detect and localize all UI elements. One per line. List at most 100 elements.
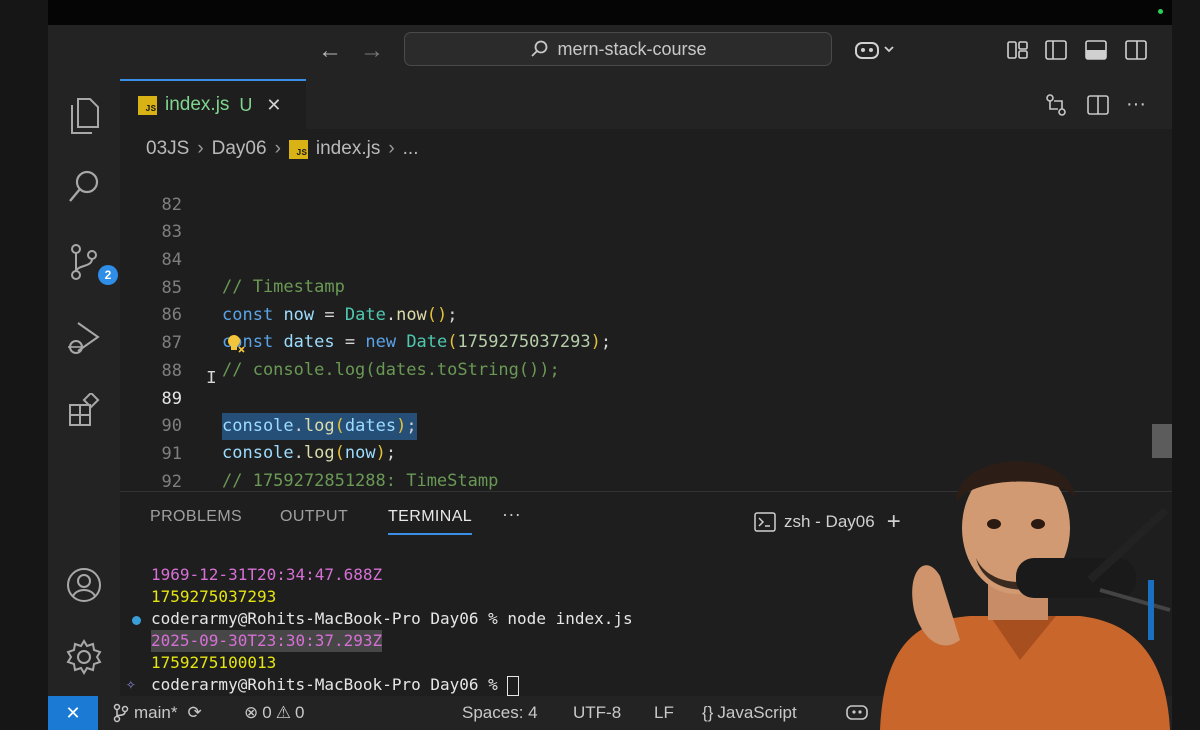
title-bar: ← → mern-stack-course (48, 25, 1172, 79)
sparkle-icon: ✧ (126, 674, 136, 693)
breadcrumb-item[interactable]: Day06 (212, 138, 267, 160)
tab-output[interactable]: OUTPUT (280, 508, 348, 526)
branch-name: main* (134, 703, 178, 722)
tab-problems[interactable]: PROBLEMS (150, 508, 242, 526)
code-line: 87 // console.log(dates.toString()); (120, 303, 1172, 380)
breadcrumb: 03JS › Day06 › JS index.js › ... (120, 129, 1172, 169)
sync-icon[interactable]: ⟳ (187, 703, 201, 723)
encoding-button[interactable]: UTF-8 (573, 703, 621, 723)
terminal-line: 2025-09-30T23:30:37.293Z (151, 630, 383, 652)
copilot-button[interactable] (854, 39, 898, 66)
language-name: JavaScript (717, 703, 797, 722)
code-line: 84 // Timestamp (120, 220, 1172, 297)
toggle-primary-sidebar-button[interactable] (1044, 39, 1068, 66)
source-control-icon (71, 244, 97, 280)
toggle-panel-button[interactable] (1084, 39, 1108, 66)
code-line: 90 console.log(now); (120, 386, 1172, 463)
more-actions-button[interactable]: ··· (1126, 93, 1146, 116)
error-icon: ⊗ (244, 703, 259, 722)
terminal-prompt: coderarmy@Rohits-MacBook-Pro Day06 % (151, 674, 520, 696)
tab-terminal[interactable]: TERMINAL (388, 508, 473, 535)
layout-grid-icon (1007, 41, 1028, 59)
top-bar-black (48, 0, 1172, 25)
git-branch-icon (113, 703, 129, 723)
code-line: 88 (120, 331, 1172, 381)
camera-indicator (1158, 9, 1163, 14)
error-count: 0 (262, 703, 272, 722)
language-mode-button[interactable]: {} JavaScript (702, 703, 797, 723)
chevron-right-icon: › (197, 138, 204, 159)
command-status-dot (132, 616, 141, 625)
breadcrumb-item[interactable]: index.js (316, 138, 380, 160)
right-frame (1172, 0, 1200, 730)
editor-tab-bar: JS index.js U ✕ ··· (120, 79, 1172, 129)
customize-layout-button[interactable] (1006, 39, 1030, 66)
split-editor-button[interactable] (1086, 93, 1110, 122)
problems-button[interactable]: ⊗ 0 ⚠ 0 (244, 703, 304, 723)
activity-bar: 2 (48, 79, 120, 696)
eol-button[interactable]: LF (654, 703, 674, 723)
copilot-icon (846, 705, 868, 720)
code-line: 82 (120, 165, 1172, 215)
lightbulb-icon[interactable] (224, 332, 246, 359)
manage-button[interactable] (62, 635, 106, 679)
search-view-button[interactable] (62, 165, 106, 209)
toggle-secondary-sidebar-button[interactable] (1124, 39, 1148, 66)
branch-button[interactable]: main* ⟳ (112, 703, 202, 723)
sidebar-left-icon (1045, 40, 1067, 60)
remote-indicator-button[interactable]: ✕ (48, 696, 98, 730)
code-line: 86 const dates = new Date(1759275037293)… (120, 275, 1172, 352)
compare-changes-button[interactable] (1044, 93, 1068, 122)
braces-icon: {} (702, 703, 714, 722)
terminal-line: 1759275100013 (151, 653, 277, 672)
terminal-name: zsh - Day06 (784, 512, 875, 531)
back-button[interactable]: ← (318, 37, 342, 65)
accounts-button[interactable] (62, 563, 106, 607)
terminal-icon (754, 512, 776, 532)
run-debug-icon (68, 322, 100, 354)
tab-index-js[interactable]: JS index.js U ✕ (120, 79, 306, 129)
breadcrumb-item[interactable]: 03JS (146, 138, 189, 160)
panel-bottom-icon (1085, 40, 1107, 60)
warning-icon: ⚠ (275, 703, 291, 722)
search-icon (69, 170, 99, 202)
split-editor-icon (1087, 95, 1109, 115)
source-control-button[interactable]: 2 (62, 239, 118, 285)
search-text: mern-stack-course (557, 38, 707, 59)
panel-more-button[interactable]: ··· (502, 504, 521, 525)
forward-button[interactable]: → (360, 37, 384, 65)
extensions-button[interactable] (62, 389, 106, 433)
javascript-file-icon: JS (138, 95, 157, 115)
command-center-search[interactable]: mern-stack-course (404, 32, 832, 66)
javascript-file-icon: JS (288, 139, 308, 159)
tab-close-button[interactable]: ✕ (266, 95, 281, 116)
sidebar-right-icon (1125, 40, 1147, 60)
chevron-right-icon: › (274, 138, 281, 159)
terminal-line: 1969-12-31T20:34:47.688Z (151, 565, 383, 584)
left-frame (0, 0, 48, 730)
indentation-button[interactable]: Spaces: 4 (462, 703, 538, 723)
files-icon (71, 98, 99, 134)
copilot-icon (855, 42, 894, 59)
gear-icon (66, 639, 102, 675)
compare-icon (1046, 94, 1066, 116)
terminal-line: coderarmy@Rohits-MacBook-Pro Day06 % nod… (151, 609, 633, 628)
terminal-cursor (507, 675, 520, 696)
terminal-line: 1759275037293 (151, 587, 277, 606)
warning-count: 0 (294, 703, 305, 722)
tab-filename: index.js (165, 94, 230, 115)
tab-untracked-indicator: U (239, 94, 253, 115)
breadcrumb-item[interactable]: ... (403, 138, 419, 160)
code-line: 85 const now = Date.now(); (120, 248, 1172, 325)
explorer-button[interactable] (62, 93, 106, 137)
code-line: 83 (120, 192, 1172, 242)
chevron-right-icon: › (388, 138, 395, 159)
search-icon (531, 40, 548, 57)
copilot-status-button[interactable] (846, 703, 868, 721)
run-debug-button[interactable] (62, 315, 106, 359)
code-line-current: 89 console.log(dates); (120, 359, 1172, 440)
source-control-badge: 2 (98, 265, 118, 285)
extensions-icon (69, 393, 100, 426)
code-line: 91 // 1759272851288: TimeStamp (120, 414, 1172, 491)
webcam-overlay (870, 440, 1172, 730)
